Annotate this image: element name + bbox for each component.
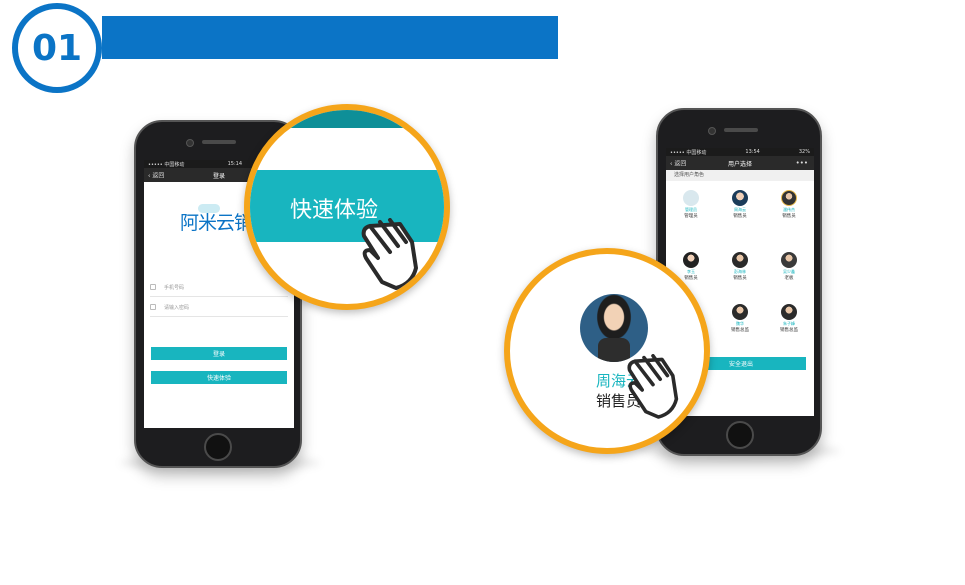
- user-card[interactable]: 管理员 管理员: [676, 190, 706, 219]
- nav-bar-2: ‹ 返回 用户选择 •••: [666, 156, 814, 170]
- user-avatar: [781, 190, 797, 206]
- hand-pointer-icon-2: [627, 354, 679, 419]
- nav-title: 登录: [212, 172, 225, 180]
- back-button-2[interactable]: ‹ 返回: [670, 159, 686, 168]
- quick-experience-button[interactable]: 快速体验: [151, 371, 287, 384]
- status-carrier: ••••• 中国移动: [148, 161, 185, 168]
- phone-speaker-2: [724, 128, 758, 132]
- lock-icon: [150, 304, 156, 310]
- nav-title-2: 用户选择: [727, 160, 752, 168]
- phone-camera: [186, 139, 194, 147]
- status-carrier-2: ••••• 中国移动: [670, 149, 707, 156]
- step-badge: 01: [12, 3, 102, 93]
- cloud-icon: [198, 204, 220, 213]
- user-card[interactable]: 李玉 销售员: [676, 252, 706, 281]
- user-card[interactable]: 魏华 销售总监: [725, 304, 755, 333]
- login-button[interactable]: 登录: [151, 347, 287, 360]
- user-icon: [150, 284, 156, 290]
- status-time: 15:14: [227, 161, 243, 167]
- zoom-quick-experience: 快速体验: [244, 104, 450, 310]
- section-title: 选择用户角色: [666, 170, 814, 181]
- user-role: 销售员: [733, 276, 747, 281]
- phone-number-field[interactable]: 手机号码: [150, 278, 288, 297]
- status-battery: 32%: [798, 149, 810, 155]
- user-card[interactable]: 吴少鑫 老板: [774, 252, 804, 281]
- user-avatar: [683, 190, 699, 206]
- home-button[interactable]: [204, 433, 232, 461]
- step-number: 01: [31, 27, 83, 69]
- hand-pointer-icon: [361, 218, 418, 290]
- user-avatar: [781, 252, 797, 268]
- user-card[interactable]: 彭海林 销售员: [725, 252, 755, 281]
- zoom-user: 周海云 销售员: [504, 248, 710, 454]
- user-card[interactable]: 潘伟杰 销售员: [774, 190, 804, 219]
- user-avatar: [732, 252, 748, 268]
- user-card[interactable]: 周海云 销售员: [725, 190, 755, 219]
- back-button[interactable]: ‹ 返回: [148, 171, 164, 180]
- more-icon[interactable]: •••: [796, 159, 808, 167]
- user-card[interactable]: 朱子峰 销售总监: [774, 304, 804, 333]
- home-button-2[interactable]: [726, 421, 754, 449]
- user-avatar: [732, 304, 748, 320]
- user-role: 销售员: [733, 214, 747, 219]
- header-bar: [102, 16, 558, 59]
- phone-speaker: [202, 140, 236, 144]
- status-time-2: 13:54: [745, 149, 760, 155]
- zoom-user-avatar[interactable]: [580, 294, 648, 362]
- zoom-bar-top: [250, 110, 444, 128]
- user-avatar: [683, 252, 699, 268]
- user-role: 销售员: [782, 214, 796, 219]
- password-field[interactable]: 请输入密码: [150, 298, 288, 317]
- user-role: 老板: [784, 276, 794, 281]
- user-role: 销售总监: [780, 328, 798, 333]
- user-avatar: [781, 304, 797, 320]
- user-role: 销售总监: [731, 328, 749, 333]
- user-role: 管理员: [684, 214, 698, 219]
- user-avatar: [732, 190, 748, 206]
- status-bar-2: ••••• 中国移动 13:54 32%: [666, 148, 814, 156]
- phone-camera-2: [708, 127, 716, 135]
